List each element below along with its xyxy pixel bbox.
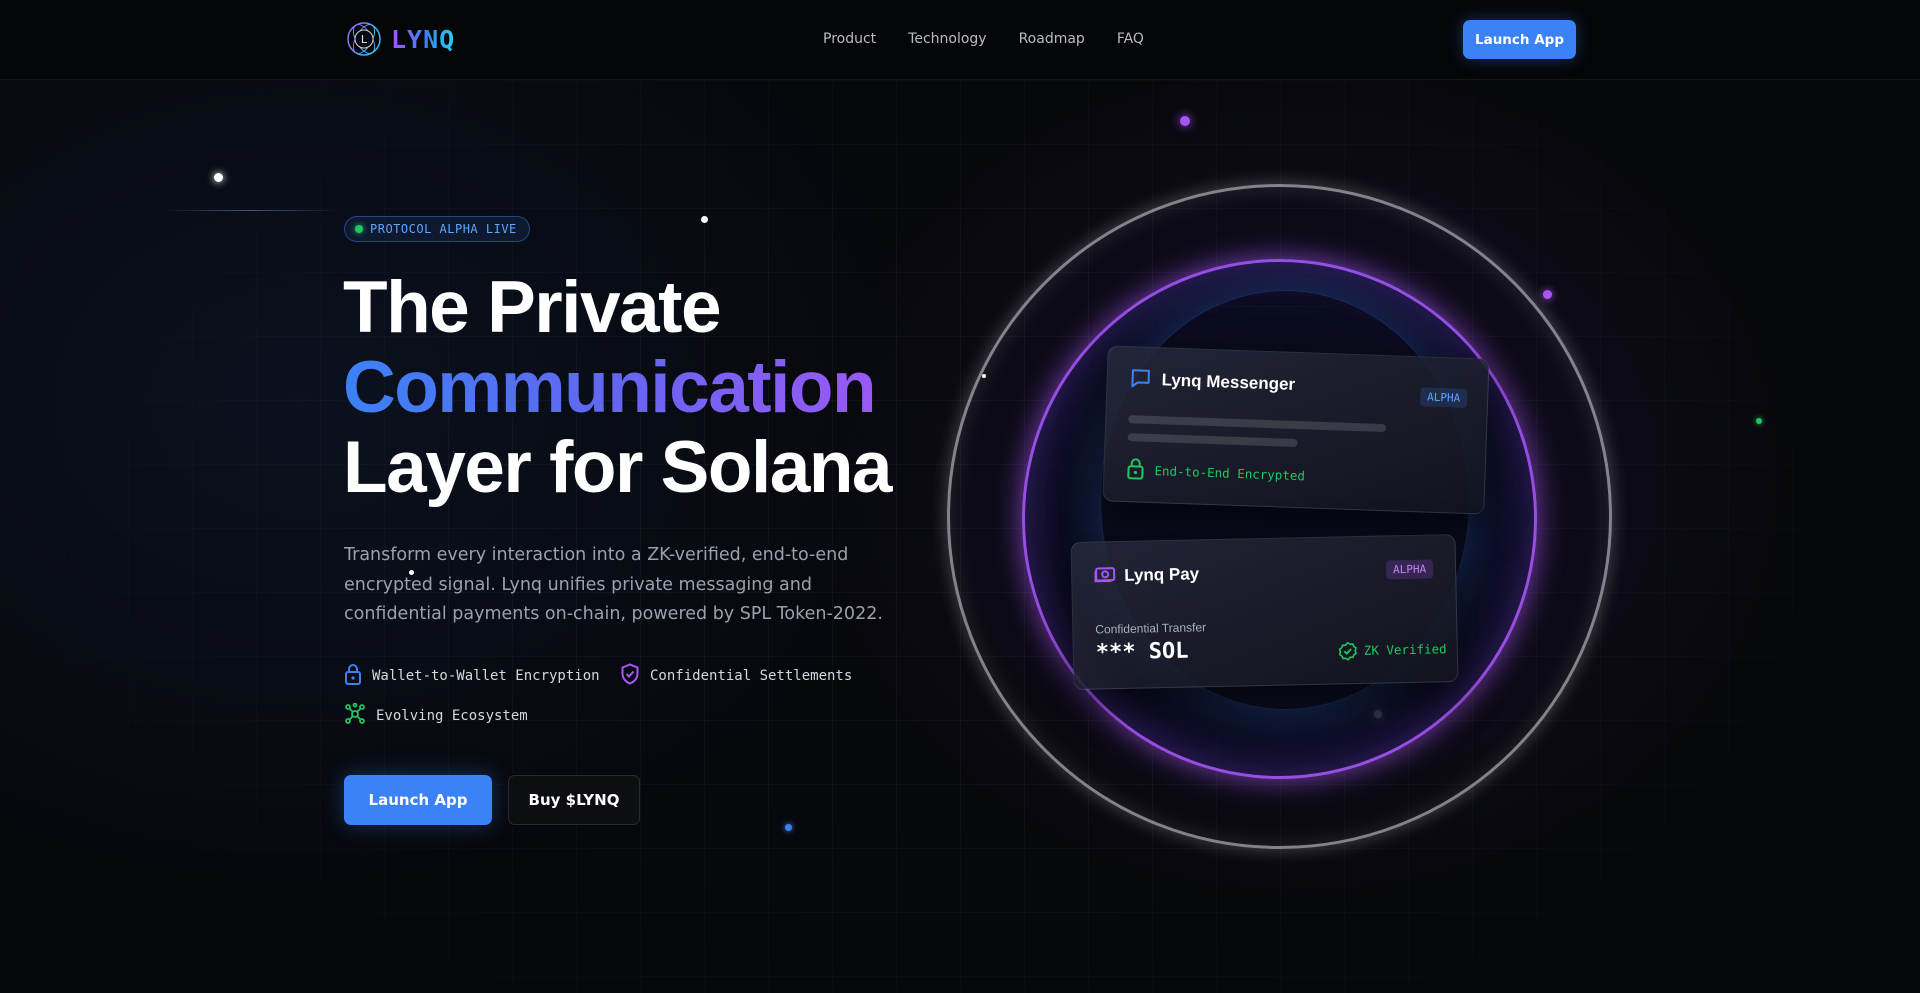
chat-bubble-icon bbox=[1129, 367, 1152, 394]
encryption-status: End-to-End Encrypted bbox=[1154, 463, 1306, 484]
transfer-amount: *** SOL bbox=[1095, 638, 1189, 666]
hero-launch-app-button[interactable]: Launch App bbox=[344, 775, 492, 825]
badge-label: PROTOCOL ALPHA LIVE bbox=[370, 222, 517, 236]
live-dot-icon bbox=[355, 225, 363, 233]
messenger-title: Lynq Messenger bbox=[1161, 370, 1296, 394]
brand-name: LYNQ bbox=[391, 24, 456, 54]
nav-link-product[interactable]: Product bbox=[823, 31, 876, 47]
top-navbar: L LYNQ Product Technology Roadmap FAQ La… bbox=[0, 0, 1920, 80]
lock-icon bbox=[344, 663, 362, 689]
alpha-tag: ALPHA bbox=[1385, 559, 1434, 580]
svg-text:L: L bbox=[361, 33, 368, 46]
particle bbox=[214, 173, 223, 182]
feature-item: Confidential Settlements bbox=[620, 663, 852, 689]
messenger-card: Lynq Messenger ALPHA End-to-End Encrypte… bbox=[1102, 345, 1490, 515]
headline-line-2: Communication bbox=[343, 348, 943, 428]
particle bbox=[785, 824, 792, 831]
particle bbox=[701, 216, 708, 223]
feature-label: Confidential Settlements bbox=[650, 668, 853, 684]
alpha-tag: ALPHA bbox=[1419, 387, 1468, 408]
lock-icon bbox=[1126, 457, 1145, 484]
feature-item: Evolving Ecosystem bbox=[344, 702, 528, 729]
check-circle-icon bbox=[1338, 641, 1358, 665]
nav-launch-app-button[interactable]: Launch App bbox=[1463, 20, 1576, 59]
nav-link-faq[interactable]: FAQ bbox=[1117, 31, 1144, 47]
headline-line-1: The Private bbox=[343, 267, 722, 348]
particle bbox=[1756, 418, 1762, 424]
hero-description: Transform every interaction into a ZK-ve… bbox=[344, 545, 883, 624]
shield-check-icon bbox=[620, 663, 640, 689]
transfer-label: Confidential Transfer bbox=[1095, 620, 1207, 637]
nav-link-technology[interactable]: Technology bbox=[908, 31, 986, 47]
feature-label: Wallet-to-Wallet Encryption bbox=[372, 668, 600, 684]
particle bbox=[1180, 116, 1190, 126]
wallet-icon bbox=[1094, 564, 1116, 588]
network-icon bbox=[344, 702, 366, 729]
landing-page: L LYNQ Product Technology Roadmap FAQ La… bbox=[0, 0, 1920, 993]
pay-card: Lynq Pay ALPHA Confidential Transfer ***… bbox=[1070, 533, 1459, 691]
status-badge: PROTOCOL ALPHA LIVE bbox=[344, 216, 530, 242]
particle bbox=[1543, 290, 1552, 299]
hero-headline: The Private Communication Layer for Sola… bbox=[343, 268, 943, 508]
message-placeholder-bar bbox=[1127, 433, 1298, 448]
headline-line-3: Layer for Solana bbox=[343, 427, 893, 508]
feature-label: Evolving Ecosystem bbox=[376, 708, 528, 724]
nav-link-roadmap[interactable]: Roadmap bbox=[1019, 31, 1085, 47]
zk-status: ZK Verified bbox=[1363, 641, 1447, 658]
feature-item: Wallet-to-Wallet Encryption bbox=[344, 663, 600, 689]
message-placeholder-bar bbox=[1128, 415, 1387, 433]
pay-title: Lynq Pay bbox=[1124, 564, 1200, 585]
brand-logo[interactable]: L LYNQ bbox=[345, 20, 455, 58]
nav-links: Product Technology Roadmap FAQ bbox=[823, 31, 1144, 47]
buy-token-button[interactable]: Buy $LYNQ bbox=[508, 775, 640, 825]
light-streak bbox=[160, 210, 340, 211]
logo-mark-icon: L bbox=[345, 20, 383, 58]
